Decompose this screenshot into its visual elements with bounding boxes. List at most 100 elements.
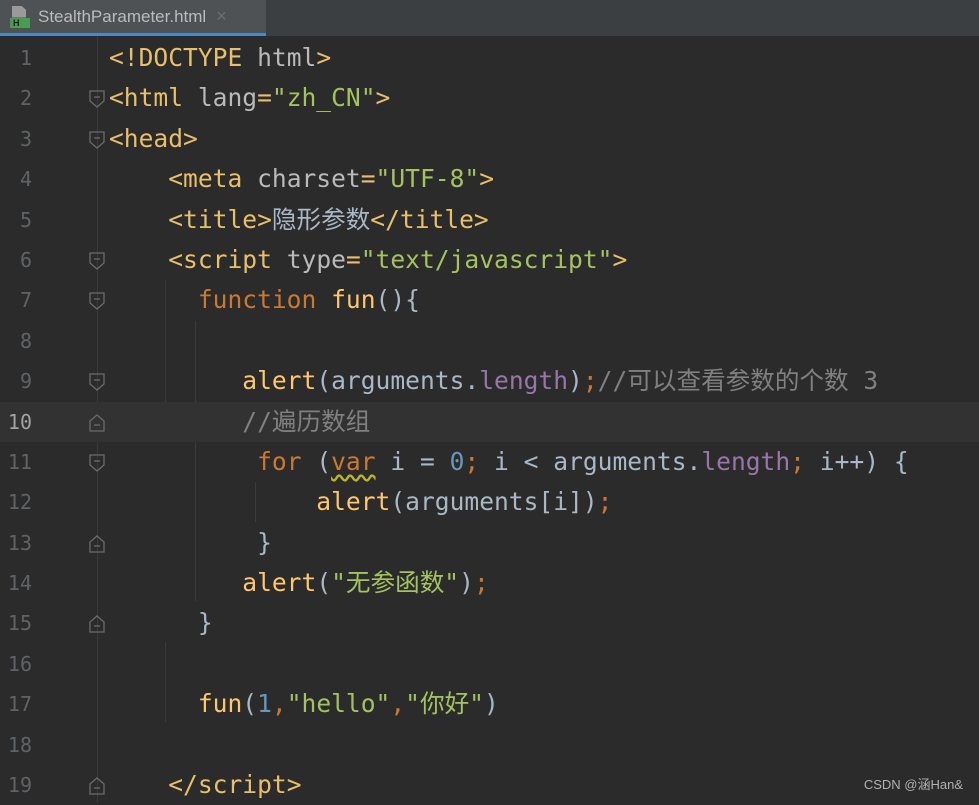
code-text: alert(arguments[i]); <box>109 482 612 522</box>
token-punc: ) <box>459 568 474 598</box>
line-number: 7 <box>19 288 32 313</box>
token-tag: = <box>360 164 376 194</box>
code-text: alert(arguments.length);//可以查看参数的个数 3 <box>109 361 878 401</box>
token-tag: <script <box>168 244 287 274</box>
token-str: "text/javascript" <box>360 244 613 274</box>
close-icon[interactable]: × <box>216 6 227 27</box>
code-line[interactable]: 15 } <box>0 603 979 643</box>
token-num: 1 <box>257 689 272 719</box>
line-number: 10 <box>7 409 32 434</box>
fold-start-icon[interactable] <box>89 292 105 311</box>
token-kw: for <box>257 446 317 476</box>
token-str: "hello" <box>286 689 391 719</box>
code-line[interactable]: 2 <html lang="zh_CN"> <box>0 78 979 118</box>
line-number: 2 <box>19 86 32 111</box>
code-line[interactable]: 10 //遍历数组 <box>0 401 979 442</box>
token-txt: i < arguments. <box>494 446 702 476</box>
tab-stealth-parameter[interactable]: H StealthParameter.html × <box>0 0 266 36</box>
token-punc: ( <box>242 689 258 719</box>
line-number: 9 <box>19 369 32 394</box>
code-line[interactable]: 8 <box>0 321 979 361</box>
token-kw: , <box>271 689 287 719</box>
token-tag: </script> <box>168 770 302 800</box>
token-fn: fun <box>197 689 243 719</box>
token-tag: <meta <box>168 164 258 194</box>
token-kwwarn: var <box>331 446 376 476</box>
token-prop: length <box>701 446 791 476</box>
token-punc: ( <box>316 568 332 598</box>
code-text: alert("无参函数"); <box>109 563 489 603</box>
token-txt: } <box>109 608 213 638</box>
code-line[interactable]: 12 alert(arguments[i]); <box>0 482 979 522</box>
fold-start-icon[interactable] <box>89 252 105 270</box>
line-number: 12 <box>7 490 32 515</box>
token-tag: <head> <box>109 123 198 153</box>
token-str: "zh_CN" <box>271 83 376 113</box>
code-line[interactable]: 14 alert("无参函数"); <box>0 563 979 603</box>
tab-title: StealthParameter.html <box>38 6 207 26</box>
token-tag: <!DOCTYPE <box>109 43 258 72</box>
token-kw: function <box>197 285 332 315</box>
line-number: 13 <box>7 530 32 555</box>
code-line[interactable]: 11 for (var i = 0; i < arguments.length;… <box>0 442 979 482</box>
fold-end-icon[interactable] <box>89 777 105 795</box>
token-tag: > <box>612 244 628 274</box>
code-line[interactable]: 3 <head> <box>0 119 979 159</box>
code-line[interactable]: 7 function fun(){ <box>0 280 979 320</box>
code-line[interactable]: 5 <title>隐形参数</title> <box>0 200 979 240</box>
token-attr: html <box>257 43 317 72</box>
fold-start-icon[interactable] <box>89 373 105 391</box>
fold-end-icon[interactable] <box>89 413 105 432</box>
token-prop: length <box>479 366 569 396</box>
fold-start-icon[interactable] <box>89 131 105 149</box>
fold-end-icon[interactable] <box>89 534 105 553</box>
code-line[interactable]: 6 <script type="text/javascript"> <box>0 240 979 280</box>
fold-start-icon[interactable] <box>89 90 105 109</box>
token-tag: = <box>345 244 361 274</box>
token-attr: type <box>286 244 346 274</box>
code-text: //遍历数组 <box>109 402 370 442</box>
token-fn: alert <box>316 487 391 517</box>
code-text: <meta charset="UTF-8"> <box>109 159 494 199</box>
token-kw: ; <box>464 446 495 476</box>
code-line[interactable]: 13 } <box>0 523 979 563</box>
code-text: <title>隐形参数</title> <box>109 200 489 240</box>
code-line[interactable]: 16 <box>0 644 979 684</box>
token-txt: } <box>109 527 272 557</box>
token-str: "UTF-8" <box>375 164 480 194</box>
token-txt: arguments. <box>331 366 480 396</box>
fold-start-icon[interactable] <box>89 454 105 472</box>
token-txt: 隐形参数 <box>271 204 371 234</box>
html-file-icon-label: H <box>10 17 30 28</box>
html-file-icon: H <box>10 5 30 28</box>
code-editor[interactable]: 1 <!DOCTYPE html> 2 <html lang="zh_CN"> 3 <he… <box>0 38 979 805</box>
watermark: CSDN @涵Han& <box>863 777 963 792</box>
code-text: <script type="text/javascript"> <box>109 240 627 280</box>
token-tag: </title> <box>370 204 489 234</box>
token-str: "无参函数" <box>331 568 460 598</box>
line-number: 3 <box>19 126 32 151</box>
token-punc: ) <box>568 366 583 396</box>
code-text: function fun(){ <box>109 280 420 320</box>
code-line[interactable]: 1 <!DOCTYPE html> <box>0 38 979 78</box>
line-number: 19 <box>7 773 32 798</box>
token-fn: alert <box>242 366 317 396</box>
token-txt: i++) { <box>819 446 909 476</box>
code-line[interactable]: 19 </script> <box>0 765 979 805</box>
token-punc: ( <box>390 487 406 517</box>
fold-end-icon[interactable] <box>89 615 105 634</box>
code-line[interactable]: 4 <meta charset="UTF-8"> <box>0 159 979 199</box>
code-line[interactable]: 18 <box>0 725 979 765</box>
code-line[interactable]: 9 alert(arguments.length);//可以查看参数的个数 3 <box>0 361 979 401</box>
code-line[interactable]: 17 fun(1,"hello","你好") <box>0 684 979 724</box>
code-text: } <box>109 523 272 563</box>
line-number: 8 <box>19 328 32 353</box>
token-kw: ; <box>473 568 489 598</box>
token-tag: > <box>316 43 332 72</box>
token-str: "你好" <box>405 689 484 719</box>
